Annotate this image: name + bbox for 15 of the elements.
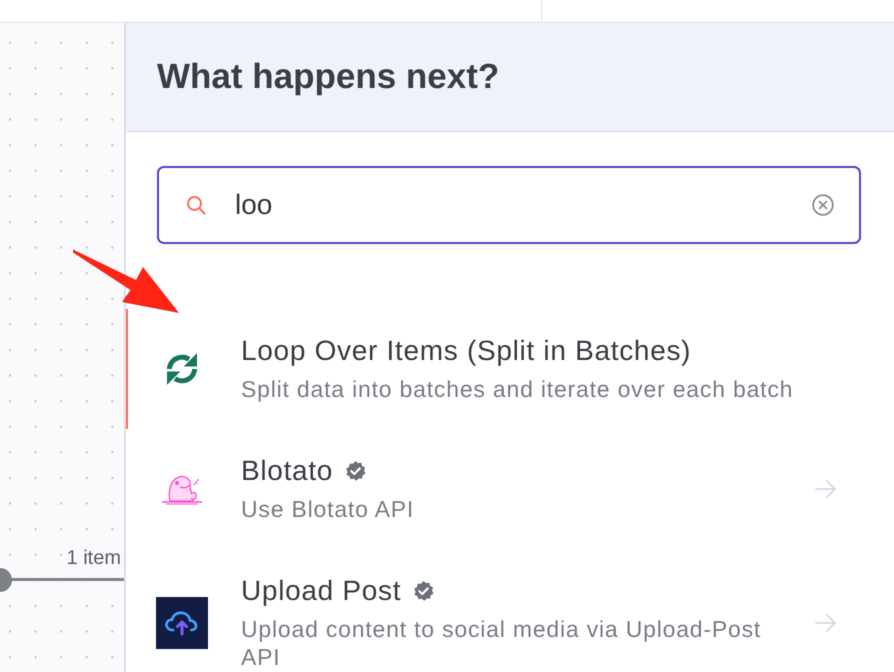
node-description: Use Blotato API bbox=[241, 495, 414, 523]
node-description: Split data into batches and iterate over each batch bbox=[241, 375, 794, 403]
node-title: Blotato bbox=[241, 454, 334, 488]
item-count-label: 1 item bbox=[66, 546, 121, 570]
node-description: Upload content to social media via Upload-Post API bbox=[241, 615, 762, 671]
clear-icon[interactable] bbox=[812, 194, 834, 216]
node-title: Upload Post bbox=[241, 574, 402, 608]
node-list-item[interactable]: Blotato Use Blotato API bbox=[124, 429, 894, 549]
cloud-upload-icon bbox=[156, 596, 208, 648]
node-list-item[interactable]: Upload Post Upload content to social media via Upload-Post API bbox=[124, 549, 894, 672]
node-title: Loop Over Items (Split in Batches) bbox=[241, 334, 692, 368]
panel-title: What happens next? bbox=[157, 56, 500, 98]
connection-handle[interactable] bbox=[0, 568, 12, 592]
search-icon bbox=[186, 195, 206, 215]
search-field[interactable]: loo bbox=[157, 166, 861, 244]
